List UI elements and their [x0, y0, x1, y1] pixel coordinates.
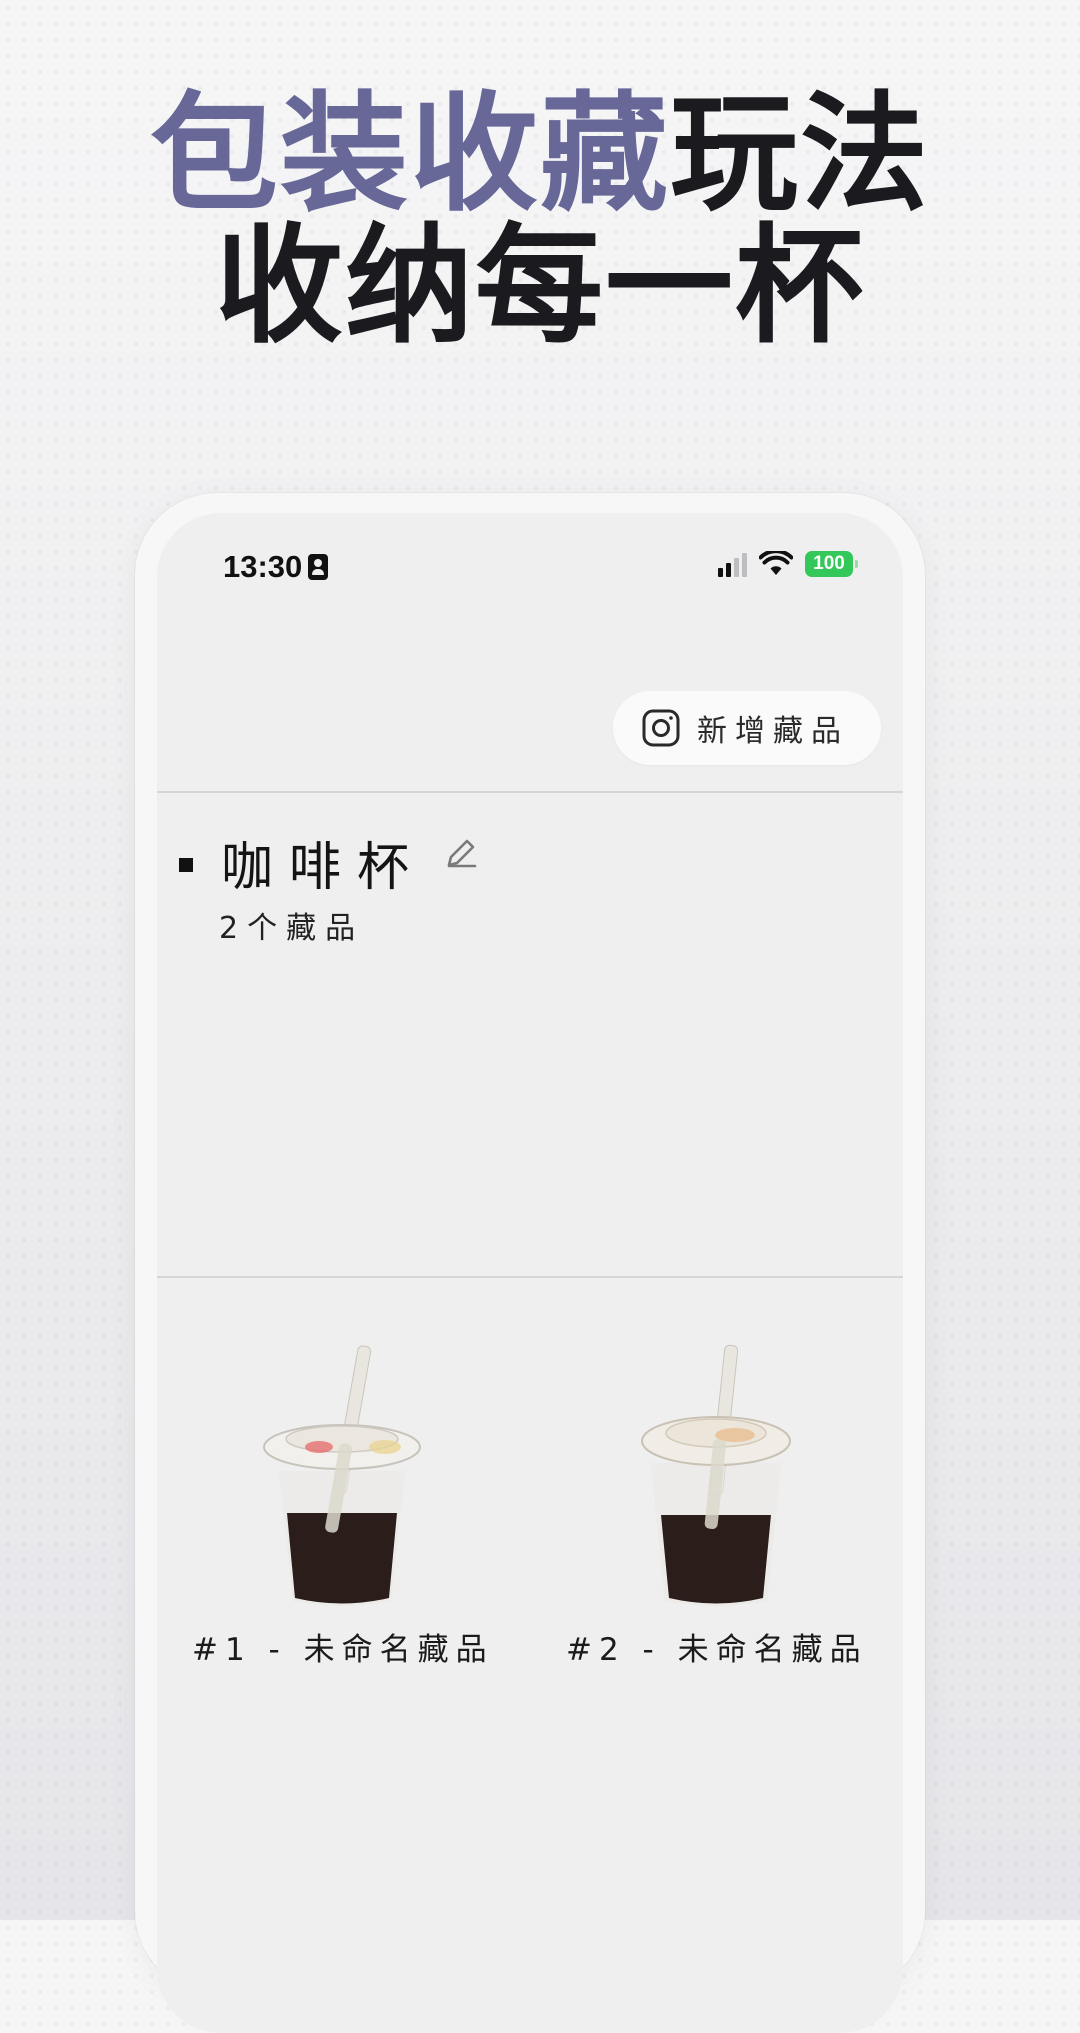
app-screen: 13:30 100 新增藏品 咖啡杯 2个藏品 #1 - 未命名藏品 #2 - …: [157, 513, 903, 2033]
headline-line-2: 收纳每一杯: [214, 211, 865, 361]
collection-title: 咖啡杯: [221, 838, 426, 898]
item-name: #2 - 未命名藏品: [566, 1632, 868, 1668]
headline-rest: 玩法: [670, 79, 931, 229]
phone-mockup: 13:30 100 新增藏品 咖啡杯 2个藏品 #1 - 未命名藏品 #2 - …: [135, 493, 925, 2033]
signal-icon: [718, 551, 747, 577]
status-bar-time: 13:30: [223, 549, 329, 585]
contact-icon: [308, 554, 329, 580]
status-bar-indicators: 100: [718, 551, 858, 577]
iced-coffee-cup-image: [641, 1344, 791, 1606]
promo-headline: 包装收藏玩法 收纳每一杯: [0, 88, 1080, 352]
collection-item[interactable]: #2 - 未命名藏品: [566, 1343, 866, 1669]
pencil-icon[interactable]: [443, 835, 479, 871]
headline-line-1: 包装收藏玩法: [0, 88, 1080, 220]
battery-level: 100: [813, 553, 845, 574]
item-name: #1 - 未命名藏品: [192, 1632, 494, 1668]
clock: 13:30: [223, 549, 303, 584]
battery-icon: 100: [805, 551, 858, 577]
item-count: 2个藏品: [219, 911, 365, 946]
collection-item[interactable]: #1 - 未命名藏品: [192, 1343, 492, 1669]
divider-bottom: [157, 1276, 903, 1278]
add-item-button[interactable]: 新增藏品: [613, 691, 881, 765]
add-item-label: 新增藏品: [697, 714, 849, 749]
camera-icon: [642, 709, 680, 747]
iced-coffee-cup-image: [263, 1345, 421, 1606]
collection-bullet: [179, 858, 193, 872]
headline-accent: 包装收藏: [149, 79, 670, 229]
divider-top: [157, 791, 903, 793]
wifi-icon: [759, 551, 793, 575]
